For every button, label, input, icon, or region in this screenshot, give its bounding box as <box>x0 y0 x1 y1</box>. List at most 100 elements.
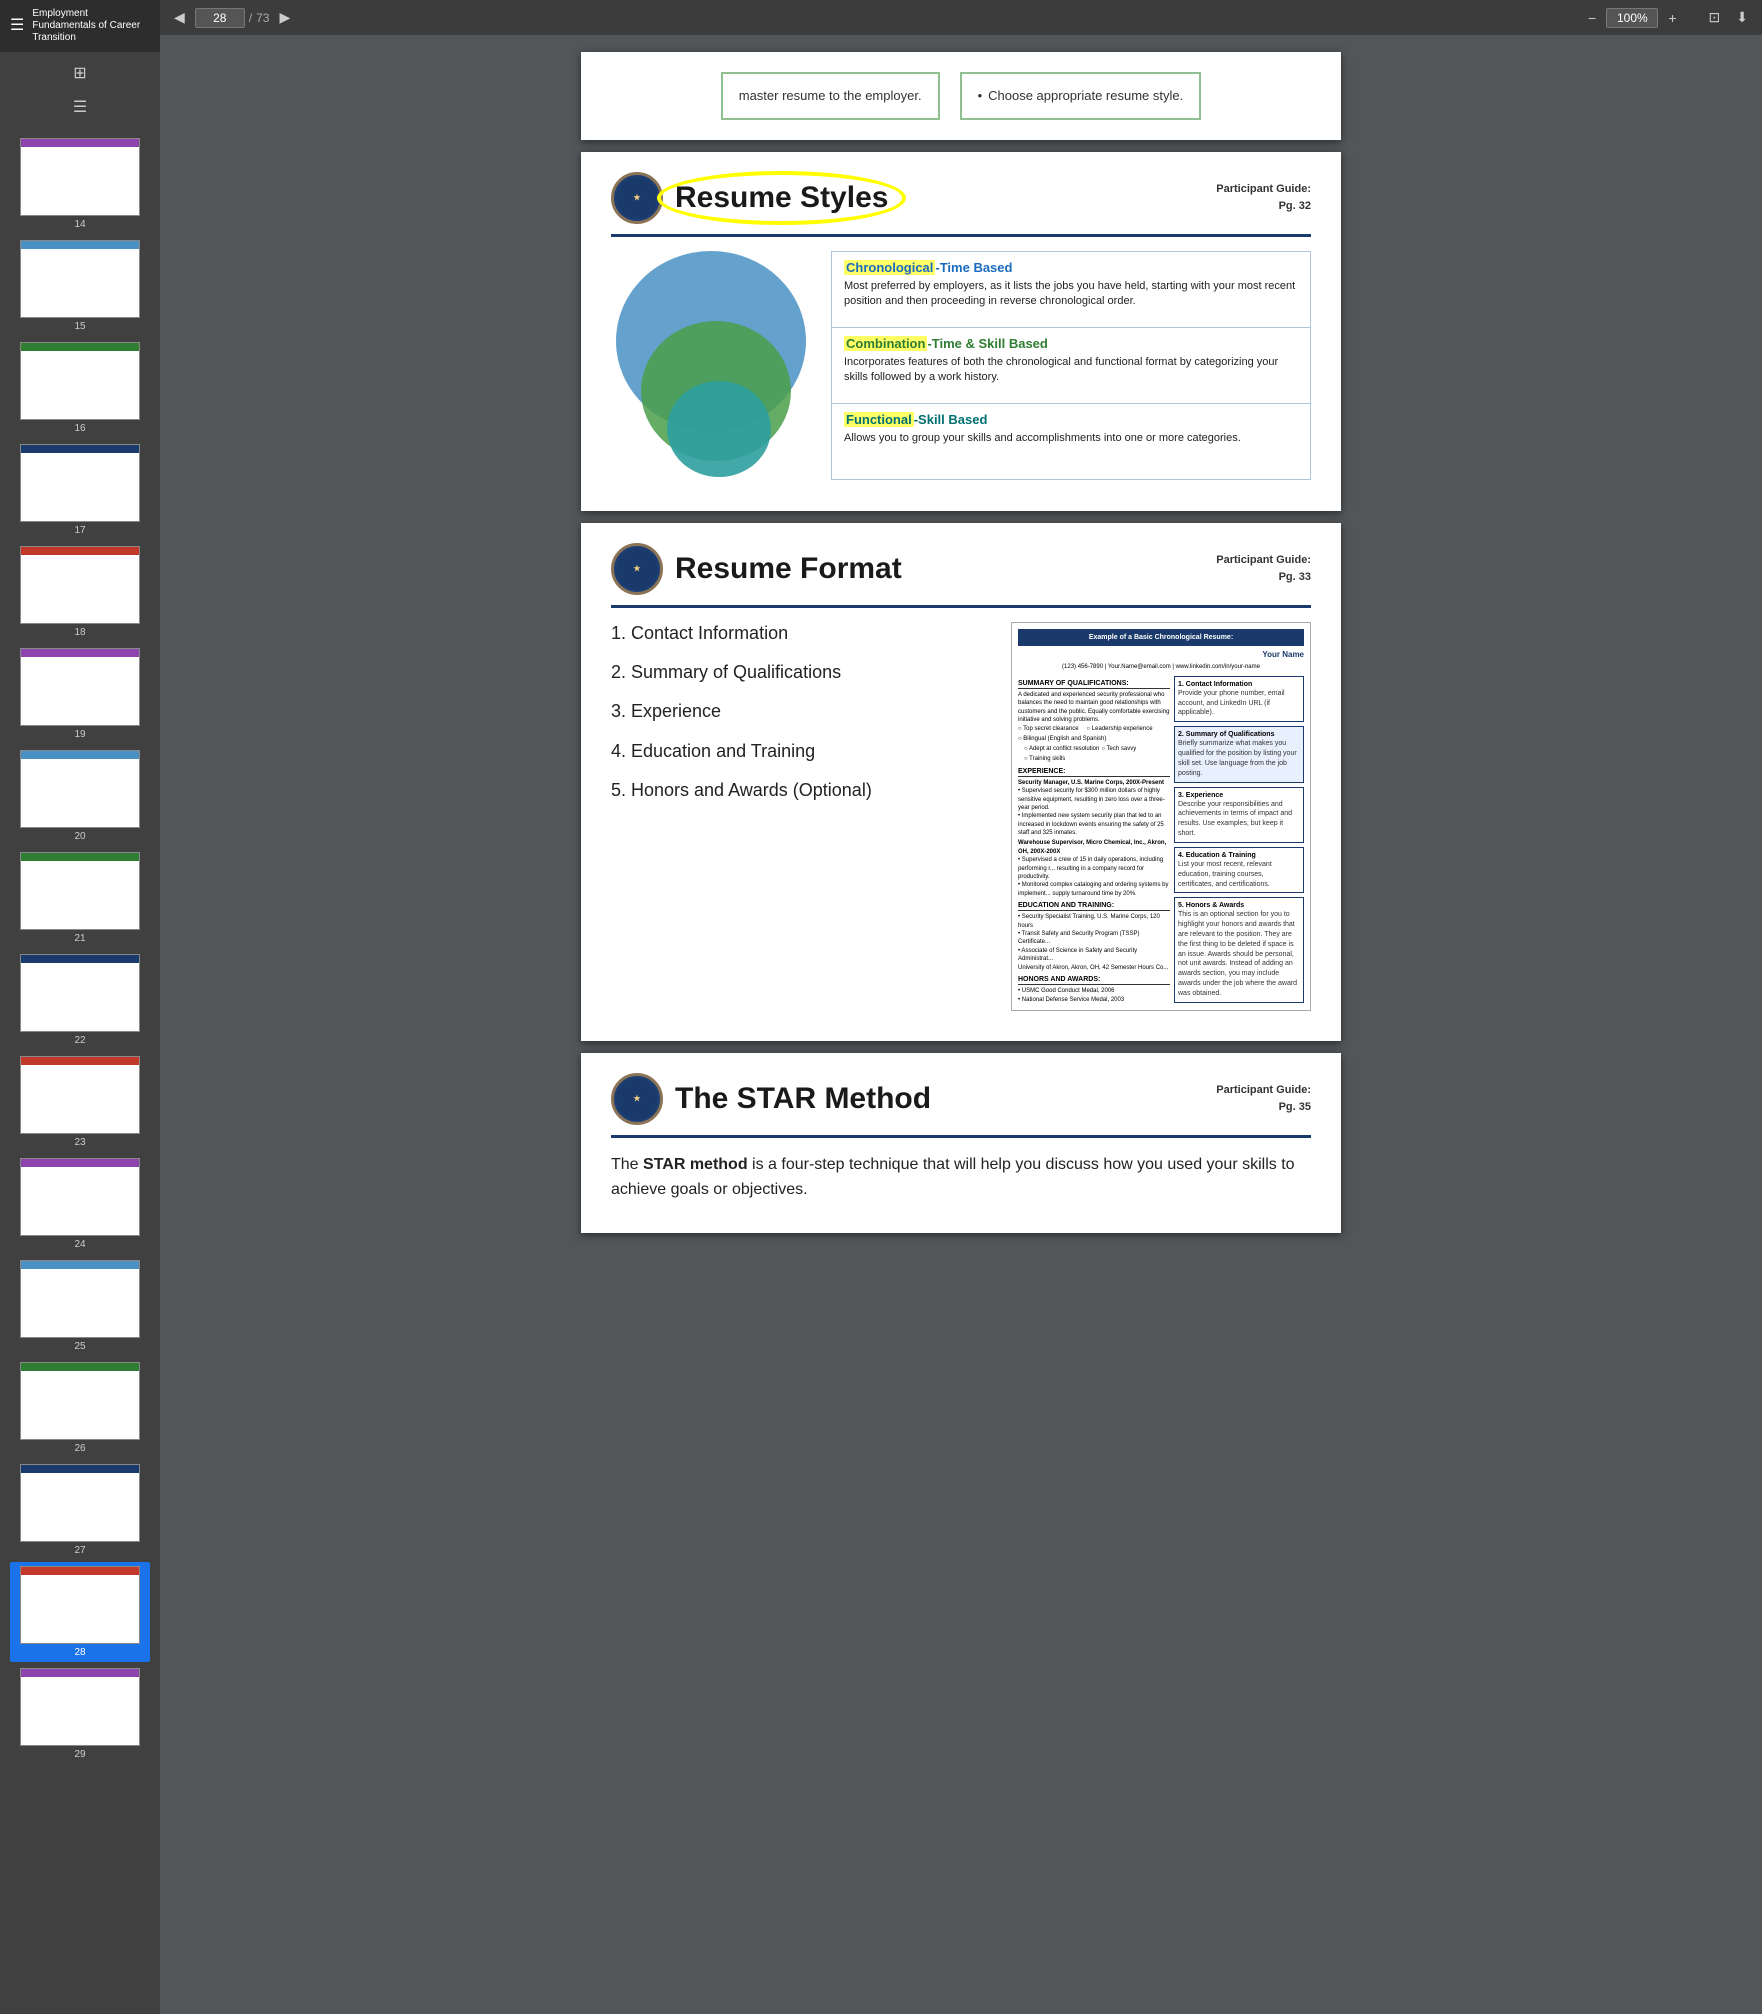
resume-summary-text: A dedicated and experienced security pro… <box>1018 691 1170 725</box>
participant-guide-label-3: Participant Guide: <box>1216 1082 1311 1099</box>
venn-labels: Chronological-Time Based Most preferred … <box>831 251 1311 481</box>
outline-view-button[interactable]: ☰ <box>62 92 98 122</box>
resume-honors-text: • USMC Good Conduct Medal, 2006 • Nation… <box>1018 987 1170 1004</box>
thumbnail-24[interactable]: 24 <box>10 1154 150 1254</box>
thumbnail-25[interactable]: 25 <box>10 1256 150 1356</box>
thumbnail-28[interactable]: 28 <box>10 1562 150 1662</box>
thumbnail-num-14: 14 <box>74 219 85 230</box>
thumbnail-num-26: 26 <box>74 1443 85 1454</box>
resume-format-header: ★ Resume Format Participant Guide: Pg. 3… <box>611 543 1311 595</box>
resume-edu-hdr: Education and Training: <box>1018 901 1170 911</box>
resume-styles-header: ★ Resume Styles Participant Guide: Pg. 3… <box>611 172 1311 224</box>
thumbnail-num-25: 25 <box>74 1341 85 1352</box>
thumbnail-17[interactable]: 17 <box>10 440 150 540</box>
thumbnail-view-button[interactable]: ⊞ <box>62 58 98 88</box>
resume-example-contact: (123) 456-7890 | Your.Name@email.com | w… <box>1018 664 1304 672</box>
fit-page-button[interactable]: ⊡ <box>1703 6 1727 29</box>
slide-star-method: ★ The STAR Method Participant Guide: Pg.… <box>581 1053 1341 1233</box>
thumbnail-19[interactable]: 19 <box>10 644 150 744</box>
thumbnail-num-24: 24 <box>74 1239 85 1250</box>
thumbnail-18[interactable]: 18 <box>10 542 150 642</box>
functional-text: Allows you to group your skills and acco… <box>844 431 1298 446</box>
thumbnail-num-17: 17 <box>74 525 85 536</box>
thumbnail-num-21: 21 <box>74 933 85 944</box>
content-area: master resume to the employer. • Choose … <box>160 36 1762 2014</box>
toolbar: ◀ / 73 ▶ − 100% + ⊡ ⬇ <box>160 0 1762 36</box>
zoom-in-button[interactable]: + <box>1662 7 1682 29</box>
dept-logo: ★ <box>611 172 663 224</box>
dept-logo-inner-3: ★ <box>633 1094 640 1103</box>
annotation-5: 5. Honors & Awards This is an optional s… <box>1174 897 1304 1002</box>
format-item-1: 1. Contact Information <box>611 622 995 645</box>
star-body: The STAR method is a four-step technique… <box>611 1152 1311 1203</box>
resume-exp-job2: Warehouse Supervisor, Micro Chemical, In… <box>1018 839 1170 856</box>
next-page-button[interactable]: ▶ <box>273 6 296 29</box>
thumbnail-img-25 <box>20 1260 140 1338</box>
participant-guide-page-3: Pg. 35 <box>1216 1099 1311 1116</box>
format-item-2: 2. Summary of Qualifications <box>611 661 995 684</box>
partial-box-2-text: Choose appropriate resume style. <box>988 86 1183 106</box>
thumbnail-num-19: 19 <box>74 729 85 740</box>
star-text-bold: STAR method <box>643 1156 748 1173</box>
thumbnail-img-22 <box>20 954 140 1032</box>
thumbnail-img-19 <box>20 648 140 726</box>
page-input[interactable] <box>195 8 245 28</box>
thumbnail-img-14 <box>20 138 140 216</box>
zoom-out-button[interactable]: − <box>1582 7 1602 29</box>
thumbnail-14[interactable]: 14 <box>10 134 150 234</box>
thumbnail-img-17 <box>20 444 140 522</box>
resume-example-header: Example of a Basic Chronological Resume: <box>1018 629 1304 646</box>
prev-page-button[interactable]: ◀ <box>168 6 191 29</box>
sidebar-header: ☰ Employment Fundamentals of Career Tran… <box>0 0 160 52</box>
thumbnail-img-26 <box>20 1362 140 1440</box>
main-area: ◀ / 73 ▶ − 100% + ⊡ ⬇ master resume to t… <box>160 0 1762 2014</box>
thumbnail-23[interactable]: 23 <box>10 1052 150 1152</box>
format-item-3: 3. Experience <box>611 700 995 723</box>
star-header: ★ The STAR Method Participant Guide: Pg.… <box>611 1073 1311 1125</box>
thumbnail-img-27 <box>20 1464 140 1542</box>
resume-skills-list: ○ Top secret clearance○ Leadership exper… <box>1018 726 1170 763</box>
thumbnail-list: 14 15 16 17 18 19 20 21 22 23 24 25 26 272829 <box>0 128 160 1770</box>
thumbnail-num-20: 20 <box>74 831 85 842</box>
combination-text: Incorporates features of both the chrono… <box>844 355 1298 386</box>
thumbnail-22[interactable]: 22 <box>10 950 150 1050</box>
dept-logo-3: ★ <box>611 1073 663 1125</box>
slide-divider-2 <box>611 605 1311 608</box>
bullet-icon: • <box>978 86 983 106</box>
hamburger-icon[interactable]: ☰ <box>10 16 24 35</box>
thumbnail-20[interactable]: 20 <box>10 746 150 846</box>
thumbnail-num-16: 16 <box>74 423 85 434</box>
functional-title: Functional-Skill Based <box>844 412 1298 427</box>
thumbnail-img-29 <box>20 1668 140 1746</box>
dept-logo-inner-2: ★ <box>633 564 640 573</box>
thumbnail-27[interactable]: 27 <box>10 1460 150 1560</box>
thumbnail-29[interactable]: 29 <box>10 1664 150 1764</box>
resume-experience-hdr: Experience: <box>1018 767 1170 777</box>
thumbnail-num-22: 22 <box>74 1035 85 1046</box>
format-body: 1. Contact Information 2. Summary of Qual… <box>611 622 1311 1011</box>
thumbnail-26[interactable]: 26 <box>10 1358 150 1458</box>
resume-example: Example of a Basic Chronological Resume:… <box>1011 622 1311 1011</box>
combination-title: Combination-Time & Skill Based <box>844 336 1298 351</box>
partial-box-1-text: master resume to the employer. <box>739 88 922 103</box>
dept-logo-2: ★ <box>611 543 663 595</box>
thumbnail-15[interactable]: 15 <box>10 236 150 336</box>
resume-two-col: Summary of Qualifications: A dedicated a… <box>1018 676 1304 1004</box>
dept-logo-inner: ★ <box>633 193 640 202</box>
zoom-display: 100% <box>1606 8 1658 28</box>
venn-combination: Combination-Time & Skill Based Incorpora… <box>831 327 1311 403</box>
thumbnail-img-21 <box>20 852 140 930</box>
thumbnail-21[interactable]: 21 <box>10 848 150 948</box>
venn-area: Chronological-Time Based Most preferred … <box>611 251 1311 481</box>
slide-resume-styles: ★ Resume Styles Participant Guide: Pg. 3… <box>581 152 1341 511</box>
star-text-part1: The <box>611 1156 643 1173</box>
participant-guide-2: Participant Guide: Pg. 33 <box>1216 552 1311 585</box>
participant-guide-label-2: Participant Guide: <box>1216 552 1311 569</box>
thumbnail-num-18: 18 <box>74 627 85 638</box>
thumbnail-16[interactable]: 16 <box>10 338 150 438</box>
sidebar-icon-group: ⊞ ☰ <box>0 52 160 128</box>
format-list: 1. Contact Information 2. Summary of Qual… <box>611 622 995 1011</box>
resume-example-name: Your Name <box>1018 650 1304 660</box>
download-button[interactable]: ⬇ <box>1730 6 1754 29</box>
thumbnail-num-23: 23 <box>74 1137 85 1148</box>
